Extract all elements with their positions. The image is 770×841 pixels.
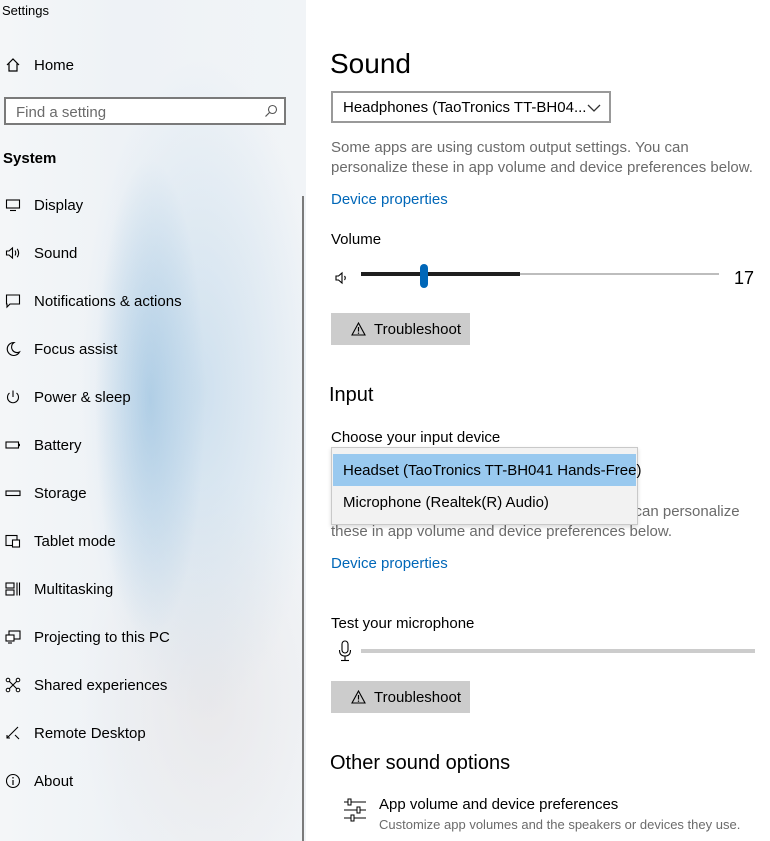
remote-desktop-icon: [2, 725, 24, 741]
main-content: Sound Headphones (TaoTronics TT-BH04... …: [306, 0, 770, 841]
sidebar-section-title: System: [3, 150, 57, 167]
input-description-line1: u can personalize: [622, 503, 740, 520]
sidebar-item-label: Focus assist: [34, 340, 118, 358]
app-volume-preferences-link[interactable]: App volume and device preferences Custom…: [336, 794, 756, 834]
microphone-level-meter: [361, 649, 755, 653]
projecting-icon: [2, 629, 24, 645]
troubleshoot-label: Troubleshoot: [374, 320, 461, 338]
sidebar-item-label: Display: [34, 196, 84, 214]
output-device-value: Headphones (TaoTronics TT-BH04...: [343, 98, 587, 116]
multitasking-icon: [2, 581, 24, 597]
sidebar-item-label: Remote Desktop: [34, 724, 146, 742]
output-description: Some apps are using custom output settin…: [331, 139, 753, 176]
option-label: Headset (TaoTronics TT-BH041 Hands-Free): [343, 461, 642, 479]
sidebar-item-sound[interactable]: Sound: [0, 238, 300, 268]
warning-icon: [351, 690, 366, 704]
sidebar-item-label: Home: [34, 56, 75, 74]
sidebar-item-projecting[interactable]: Projecting to this PC: [0, 622, 300, 652]
choose-input-label: Choose your input device: [331, 429, 501, 446]
app-volume-subtitle: Customize app volumes and the speakers o…: [379, 817, 741, 832]
sidebar-item-label: Battery: [34, 436, 82, 454]
moon-icon: [2, 341, 24, 357]
sidebar-item-battery[interactable]: Battery: [0, 430, 300, 460]
storage-icon: [2, 485, 24, 501]
speaker-icon: [2, 245, 24, 261]
output-device-properties-link[interactable]: Device properties: [331, 191, 448, 208]
home-icon: [2, 57, 24, 73]
sidebar-item-multitasking[interactable]: Multitasking: [0, 574, 300, 604]
sidebar-item-remote-desktop[interactable]: Remote Desktop: [0, 718, 300, 748]
chevron-down-icon: [587, 101, 601, 119]
input-device-properties-link[interactable]: Device properties: [331, 555, 448, 572]
volume-speaker-icon[interactable]: [334, 270, 350, 291]
troubleshoot-label: Troubleshoot: [374, 688, 461, 706]
sidebar-item-label: Projecting to this PC: [34, 628, 170, 646]
power-icon: [2, 389, 24, 405]
notification-icon: [2, 293, 24, 309]
volume-slider-fill: [361, 272, 520, 276]
page-title: Sound: [330, 48, 411, 79]
input-device-option[interactable]: Microphone (Realtek(R) Audio): [333, 486, 636, 518]
input-description-line2: these in app volume and device preferenc…: [331, 523, 673, 540]
search-input[interactable]: [14, 102, 258, 122]
volume-slider-thumb[interactable]: [420, 264, 428, 288]
test-microphone-label: Test your microphone: [331, 615, 475, 632]
microphone-icon: [337, 640, 353, 667]
volume-value: 17: [734, 268, 755, 288]
sidebar-item-about[interactable]: About: [0, 766, 300, 796]
sidebar-item-label: Sound: [34, 244, 78, 262]
sidebar-item-label: Tablet mode: [34, 532, 116, 550]
sidebar-scrollbar[interactable]: [302, 196, 304, 841]
other-sound-options-title: Other sound options: [330, 752, 511, 774]
output-troubleshoot-button[interactable]: Troubleshoot: [331, 313, 470, 345]
window-title: Settings: [2, 3, 49, 18]
option-label: Microphone (Realtek(R) Audio): [343, 493, 549, 511]
input-device-dropdown-list[interactable]: Headset (TaoTronics TT-BH041 Hands-Free)…: [331, 447, 641, 525]
sidebar-item-focus-assist[interactable]: Focus assist: [0, 334, 300, 364]
sidebar-item-shared-experiences[interactable]: Shared experiences: [0, 670, 300, 700]
search-icon[interactable]: [264, 104, 278, 123]
sidebar-item-label: Shared experiences: [34, 676, 168, 694]
input-device-option[interactable]: Headset (TaoTronics TT-BH041 Hands-Free): [333, 454, 641, 486]
monitor-icon: [2, 197, 24, 213]
output-device-dropdown[interactable]: Headphones (TaoTronics TT-BH04...: [331, 91, 611, 123]
info-icon: [2, 773, 24, 789]
sidebar-item-notifications[interactable]: Notifications & actions: [0, 286, 300, 316]
warning-icon: [351, 322, 366, 336]
shared-icon: [2, 677, 24, 693]
search-box[interactable]: [4, 97, 286, 125]
input-troubleshoot-button[interactable]: Troubleshoot: [331, 681, 470, 713]
sidebar: Settings Home System Display Sound Notif…: [0, 0, 306, 841]
sidebar-item-storage[interactable]: Storage: [0, 478, 300, 508]
sidebar-item-label: About: [34, 772, 74, 790]
sidebar-item-label: Power & sleep: [34, 388, 131, 406]
battery-icon: [2, 437, 24, 453]
sidebar-item-display[interactable]: Display: [0, 190, 300, 220]
sidebar-item-home[interactable]: Home: [0, 50, 300, 80]
input-section-title: Input: [329, 384, 374, 406]
volume-label: Volume: [331, 231, 382, 248]
sidebar-item-label: Storage: [34, 484, 87, 502]
sidebar-item-label: Notifications & actions: [34, 292, 182, 310]
sidebar-item-tablet-mode[interactable]: Tablet mode: [0, 526, 300, 556]
app-volume-title: App volume and device preferences: [379, 796, 619, 813]
sliders-icon: [342, 797, 368, 828]
sidebar-item-power-sleep[interactable]: Power & sleep: [0, 382, 300, 412]
sidebar-item-label: Multitasking: [34, 580, 114, 598]
tablet-icon: [2, 533, 24, 549]
